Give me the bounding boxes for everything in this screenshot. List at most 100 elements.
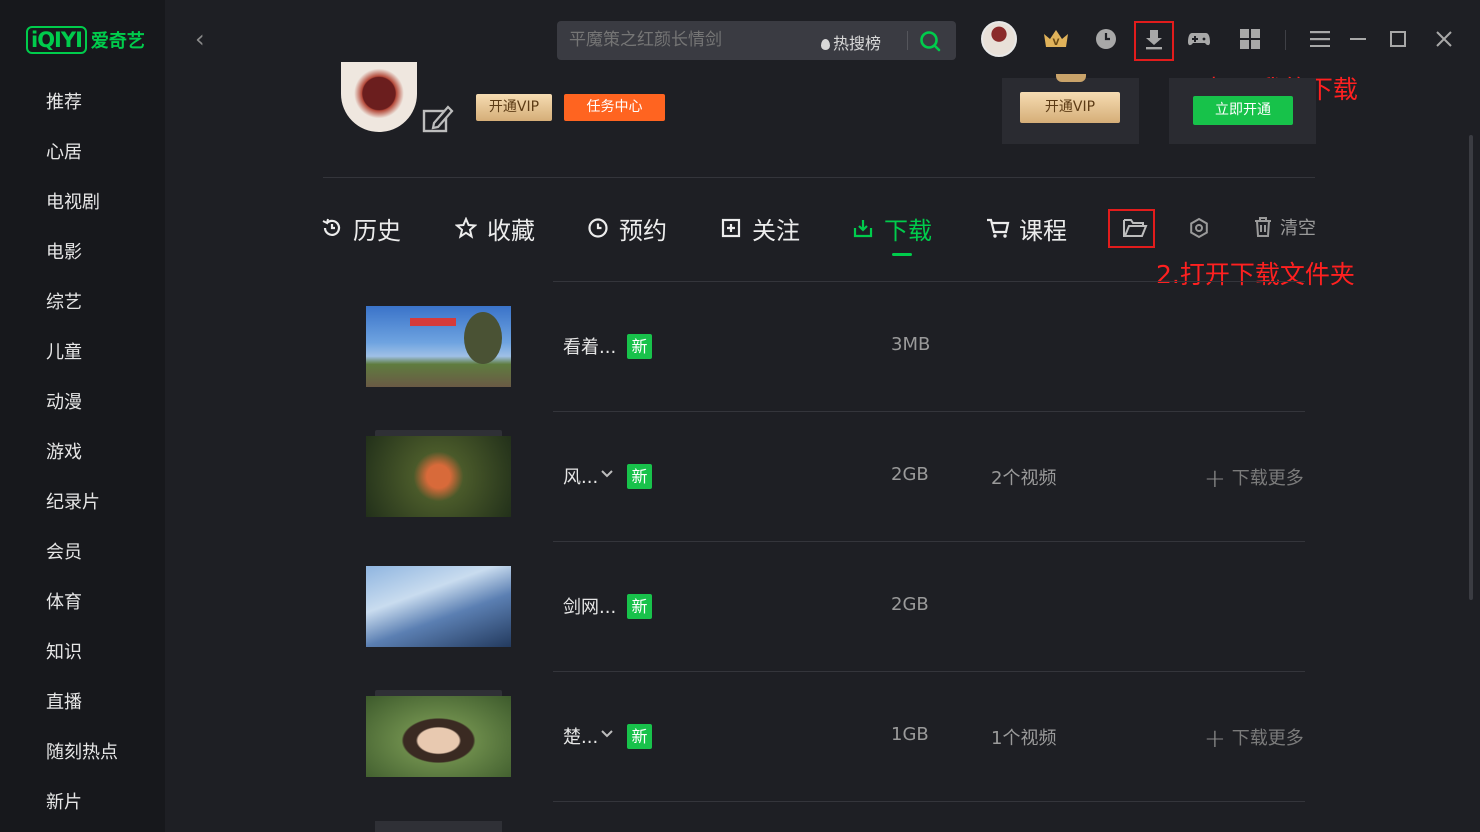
settings-icon[interactable] xyxy=(1187,216,1211,240)
video-thumbnail[interactable] xyxy=(366,566,511,647)
logo-text: 爱奇艺 xyxy=(90,31,145,52)
video-title[interactable]: 看着... xyxy=(563,333,616,359)
sidebar-item-sports[interactable]: 体育 xyxy=(0,578,165,628)
new-badge: 新 xyxy=(627,464,652,489)
game-icon[interactable] xyxy=(1184,24,1214,54)
tab-downloads[interactable]: 下载 xyxy=(851,208,932,248)
membership-promo-card: 立即开通 xyxy=(1169,78,1316,144)
search-icon[interactable] xyxy=(919,30,941,52)
row-divider xyxy=(553,801,1305,802)
sidebar-item-xinju[interactable]: 心居 xyxy=(0,128,165,178)
card-open-vip-button[interactable]: 开通VIP xyxy=(1020,92,1120,123)
tab-following[interactable]: 关注 xyxy=(719,208,800,248)
iqiyi-logo[interactable]: iQIYI 爱奇艺 xyxy=(26,24,145,56)
video-thumbnail[interactable] xyxy=(366,696,511,777)
download-row[interactable]: 看着... 新 3MB xyxy=(323,281,1305,411)
minimize-icon[interactable] xyxy=(1343,24,1373,54)
video-title[interactable]: 风... xyxy=(563,463,598,489)
cart-icon xyxy=(986,216,1010,240)
follow-icon xyxy=(719,216,743,240)
video-title[interactable]: 楚... xyxy=(563,723,598,749)
logo-mark: iQIYI xyxy=(26,26,87,54)
tab-reservations[interactable]: 预约 xyxy=(586,208,667,248)
chevron-down-icon[interactable] xyxy=(600,729,614,739)
sidebar-item-new-films[interactable]: 新片 xyxy=(0,778,165,828)
new-badge: 新 xyxy=(627,724,652,749)
topbar-divider xyxy=(1285,30,1286,50)
sidebar-item-suike[interactable]: 随刻热点 xyxy=(0,728,165,778)
trash-icon xyxy=(1255,217,1271,237)
thumbnail-title-text xyxy=(410,318,456,326)
task-center-button[interactable]: 任务中心 xyxy=(564,94,665,121)
history-icon[interactable] xyxy=(1091,24,1121,54)
tab-favorites[interactable]: 收藏 xyxy=(454,208,535,248)
apps-icon[interactable] xyxy=(1235,24,1265,54)
tab-label: 下载 xyxy=(884,216,932,245)
close-icon[interactable] xyxy=(1429,24,1459,54)
hot-search-link[interactable]: 热搜榜 xyxy=(821,30,881,54)
annotation-box-download xyxy=(1134,21,1174,61)
plus-icon: + xyxy=(1204,724,1226,754)
video-count: 2个视频 xyxy=(991,468,1057,489)
video-title[interactable]: 剑网... xyxy=(563,593,616,619)
maximize-icon[interactable] xyxy=(1383,24,1413,54)
tab-history[interactable]: 历史 xyxy=(320,208,401,248)
tab-label: 关注 xyxy=(752,216,800,245)
svg-text:V: V xyxy=(1053,38,1060,48)
download-row[interactable]: 风... 新 2GB 2个视频 + 下载更多 xyxy=(323,411,1305,541)
sidebar-item-documentary[interactable]: 纪录片 xyxy=(0,478,165,528)
row-divider xyxy=(553,281,1305,282)
search-box: 热搜榜 xyxy=(557,21,956,60)
tree-shape xyxy=(464,312,502,364)
video-thumbnail[interactable] xyxy=(366,306,511,387)
active-tab-indicator xyxy=(892,253,912,256)
download-row[interactable]: 楚... 新 1GB 1个视频 + 下载更多 xyxy=(323,671,1305,801)
sidebar-item-games[interactable]: 游戏 xyxy=(0,428,165,478)
file-size: 1GB xyxy=(891,724,929,745)
stack-indicator xyxy=(375,821,502,832)
search-input[interactable] xyxy=(569,29,819,51)
new-badge: 新 xyxy=(627,594,652,619)
flame-icon xyxy=(821,39,830,50)
back-icon[interactable]: ‹ xyxy=(195,26,215,52)
sidebar-item-member[interactable]: 会员 xyxy=(0,528,165,578)
vip-promo-card: 开通VIP xyxy=(1002,74,1139,144)
search-divider xyxy=(907,31,908,50)
hot-search-label: 热搜榜 xyxy=(833,34,882,53)
sidebar-item-recommend[interactable]: 推荐 xyxy=(0,78,165,128)
clear-label: 清空 xyxy=(1280,218,1316,239)
open-vip-button[interactable]: 开通VIP xyxy=(476,94,552,121)
sidebar-item-movie[interactable]: 电影 xyxy=(0,228,165,278)
clear-button[interactable]: 清空 xyxy=(1252,214,1316,240)
tab-label: 预约 xyxy=(619,216,667,245)
tab-courses[interactable]: 课程 xyxy=(986,208,1067,248)
tab-label: 收藏 xyxy=(487,216,535,245)
clock-icon xyxy=(586,216,610,240)
download-more-button[interactable]: + 下载更多 xyxy=(1204,724,1304,754)
new-badge: 新 xyxy=(627,334,652,359)
menu-icon[interactable] xyxy=(1305,24,1335,54)
sidebar-item-knowledge[interactable]: 知识 xyxy=(0,628,165,678)
sidebar-item-live[interactable]: 直播 xyxy=(0,678,165,728)
video-thumbnail[interactable] xyxy=(366,436,511,517)
edit-avatar-icon[interactable] xyxy=(420,103,454,133)
file-size: 3MB xyxy=(891,334,931,355)
open-now-button[interactable]: 立即开通 xyxy=(1193,96,1293,125)
tab-label: 课程 xyxy=(1019,216,1067,245)
vip-crown-icon[interactable]: V xyxy=(1041,24,1071,54)
scrollbar[interactable] xyxy=(1469,135,1473,600)
sidebar-nav: 推荐 心居 电视剧 电影 综艺 儿童 动漫 游戏 纪录片 会员 体育 知识 直播… xyxy=(0,78,165,828)
row-divider xyxy=(553,411,1305,412)
sidebar-item-kids[interactable]: 儿童 xyxy=(0,328,165,378)
file-size: 2GB xyxy=(891,594,929,615)
profile-avatar[interactable] xyxy=(341,62,417,132)
sidebar-item-variety[interactable]: 综艺 xyxy=(0,278,165,328)
annotation-box-folder xyxy=(1108,209,1155,248)
download-more-button[interactable]: + 下载更多 xyxy=(1204,464,1304,494)
sidebar-item-anime[interactable]: 动漫 xyxy=(0,378,165,428)
user-avatar[interactable] xyxy=(981,21,1017,57)
download-row[interactable]: 剑网... 新 2GB xyxy=(323,541,1305,671)
sidebar-item-tv[interactable]: 电视剧 xyxy=(0,178,165,228)
chevron-down-icon[interactable] xyxy=(600,469,614,479)
video-count: 1个视频 xyxy=(991,728,1057,749)
